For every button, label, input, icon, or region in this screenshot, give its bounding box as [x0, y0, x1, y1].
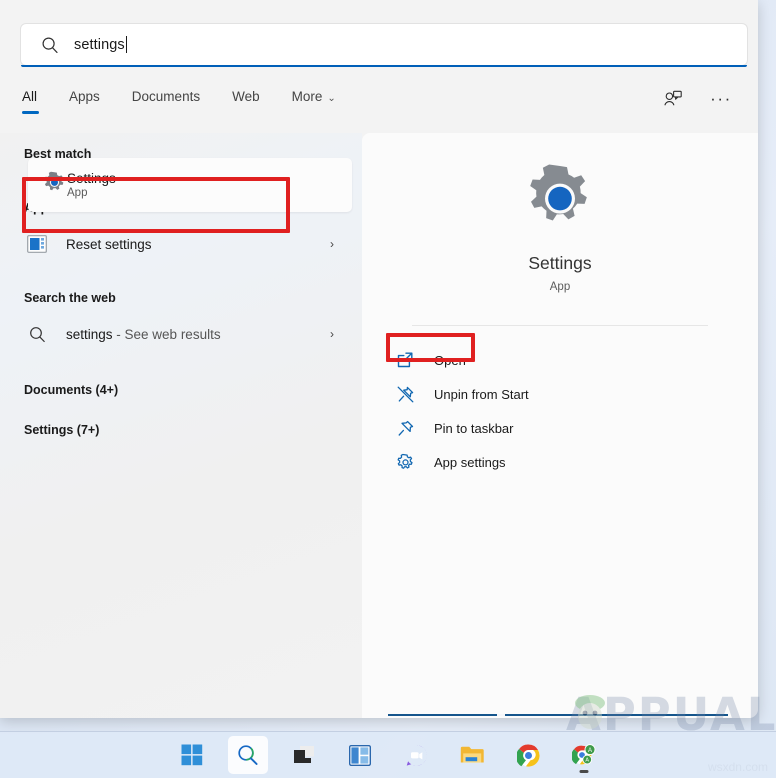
action-open-label: Open — [434, 352, 466, 368]
search-input-value: settings — [74, 36, 125, 53]
search-input[interactable]: settings — [20, 23, 748, 66]
action-app-settings-label: App settings — [434, 454, 506, 470]
action-open[interactable]: Open — [394, 343, 758, 377]
windows-start-icon — [181, 744, 203, 766]
header-actions: ··· — [658, 86, 736, 112]
folder-icon — [460, 746, 484, 763]
chrome-button[interactable] — [508, 736, 548, 774]
file-explorer-button[interactable] — [452, 736, 492, 774]
chevron-down-icon: ⌄ — [327, 93, 336, 104]
tab-web-label: Web — [232, 89, 260, 104]
result-reset-settings[interactable]: Reset settings › — [24, 221, 348, 267]
search-button[interactable] — [228, 736, 268, 774]
widgets-button[interactable] — [340, 736, 380, 774]
action-pin-to-taskbar[interactable]: Pin to taskbar — [394, 411, 758, 445]
task-view-button[interactable] — [284, 736, 324, 774]
tab-all[interactable]: All — [22, 85, 55, 114]
settings-gear-icon — [42, 170, 67, 200]
result-web-suffix: - See web results — [112, 326, 221, 342]
search-icon — [24, 321, 50, 347]
svg-text:A: A — [585, 758, 589, 764]
text-caret — [125, 36, 127, 53]
tab-web[interactable]: Web — [232, 85, 278, 114]
running-indicator — [579, 770, 589, 773]
open-external-icon — [394, 349, 416, 371]
preview-divider — [412, 325, 708, 326]
action-unpin-label: Unpin from Start — [434, 386, 529, 402]
documents-count-heading[interactable]: Documents (4+) — [24, 383, 362, 397]
action-pin-taskbar-label: Pin to taskbar — [434, 420, 514, 436]
tab-more-label: More — [291, 89, 323, 104]
tab-all-label: All — [22, 89, 38, 104]
gear-icon — [394, 451, 416, 473]
settings-count-heading[interactable]: Settings (7+) — [24, 423, 362, 437]
app-actions-list: Open Unpin from Start Pin to taskbar App… — [362, 343, 758, 479]
app-hero: Settings App — [362, 133, 758, 293]
tab-apps-label: Apps — [69, 89, 100, 104]
start-button[interactable] — [172, 736, 212, 774]
action-app-settings[interactable]: App settings — [394, 445, 758, 479]
settings-gear-icon — [522, 161, 598, 237]
tab-documents-label: Documents — [131, 89, 201, 104]
chrome-secondary-button[interactable]: A A — [564, 736, 604, 774]
widgets-icon — [349, 744, 371, 766]
preview-app-name: Settings — [528, 253, 592, 273]
chrome-profile-icon: A A — [572, 744, 596, 765]
search-flyout-panel: settings All Apps Documents Web More ⌄ ·… — [0, 0, 758, 718]
chat-button[interactable] — [396, 736, 436, 774]
control-panel-icon — [24, 231, 50, 257]
tab-more[interactable]: More ⌄ — [292, 85, 354, 114]
result-reset-settings-label: Reset settings — [66, 236, 152, 252]
result-web-search[interactable]: settings - See web results › — [24, 311, 348, 357]
best-match-result[interactable]: Settings App — [28, 158, 352, 212]
action-unpin-from-start[interactable]: Unpin from Start — [394, 377, 758, 411]
task-view-icon — [294, 746, 314, 763]
filter-tabs: All Apps Documents Web More ⌄ — [22, 85, 368, 114]
search-web-heading: Search the web — [24, 291, 116, 305]
watermark-logo-icon — [575, 695, 605, 729]
tab-active-indicator — [22, 111, 39, 114]
feedback-button[interactable] — [658, 86, 688, 112]
result-web-query: settings — [66, 326, 113, 342]
chevron-right-icon[interactable]: › — [330, 327, 334, 341]
search-icon — [42, 37, 58, 53]
chevron-right-icon[interactable]: › — [330, 237, 334, 251]
best-match-title: Settings — [67, 171, 116, 186]
unpin-icon — [394, 383, 416, 405]
pin-icon — [394, 417, 416, 439]
app-preview-panel: Settings App Open Unpin from Start Pin t… — [362, 133, 758, 718]
svg-text:A: A — [588, 748, 592, 754]
feedback-icon — [664, 90, 682, 106]
chat-teams-icon — [406, 744, 427, 766]
taskbar: A A — [0, 731, 776, 778]
panel-bottom-rule-gap — [497, 714, 505, 716]
preview-app-kind: App — [549, 281, 571, 293]
search-box-container: settings — [20, 23, 748, 67]
more-options-button[interactable]: ··· — [706, 86, 736, 112]
tab-documents[interactable]: Documents — [132, 85, 218, 114]
results-list: Best match Settings App Apps — [0, 133, 362, 718]
search-focus-underline — [21, 65, 747, 67]
best-match-subtitle: App — [67, 187, 88, 199]
more-options-icon: ··· — [710, 89, 732, 108]
chrome-icon — [516, 743, 540, 767]
tab-apps[interactable]: Apps — [69, 85, 118, 114]
search-icon — [238, 745, 258, 765]
